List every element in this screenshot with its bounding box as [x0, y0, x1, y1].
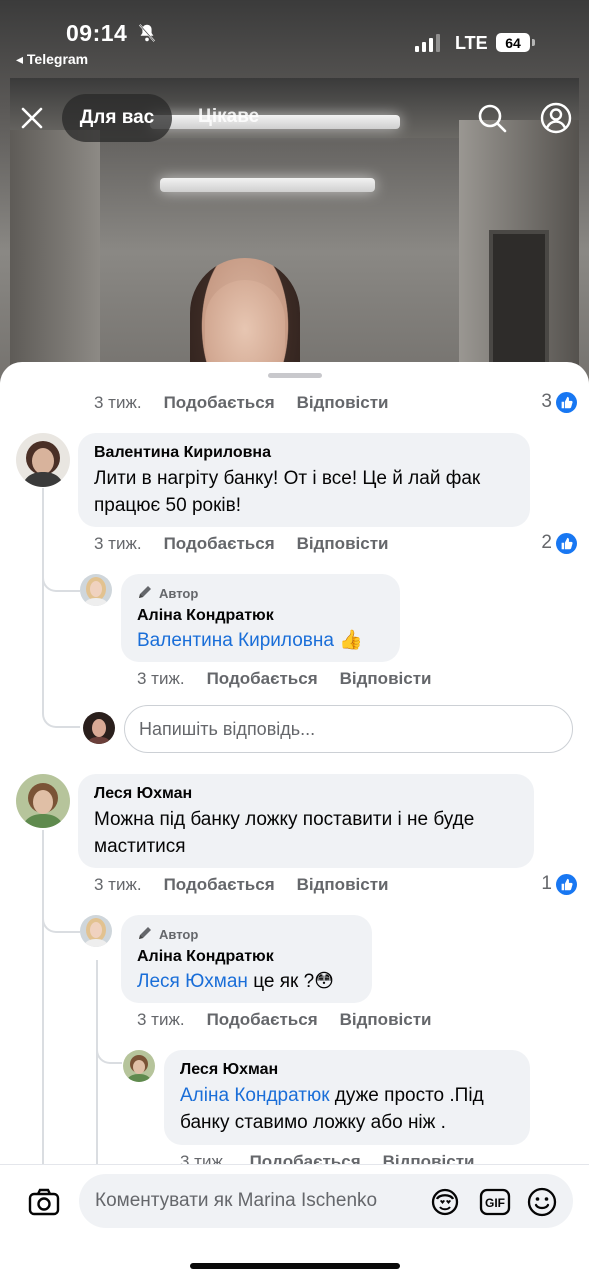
author-badge-label: Автор — [159, 586, 199, 601]
emoji-icon[interactable] — [526, 1186, 558, 1218]
current-user-avatar — [83, 712, 115, 744]
comment-age: 3 тиж. — [94, 393, 142, 412]
gif-icon[interactable]: GIF — [479, 1186, 511, 1218]
reply-button[interactable]: Відповісти — [297, 875, 389, 895]
avatar[interactable] — [123, 1050, 155, 1082]
comment-author[interactable]: Леся Юхман — [94, 785, 518, 803]
status-bar: 09:14 ◂ Telegram LTE 64 — [0, 0, 589, 70]
muted-bell-icon — [136, 22, 158, 50]
like-button[interactable]: Подобається — [164, 534, 275, 554]
tab-interesting[interactable]: Цікаве — [198, 106, 259, 128]
comment-author[interactable]: Аліна Кондратюк — [137, 948, 356, 966]
pen-icon — [137, 925, 153, 944]
comment-age: 3 тиж. — [137, 1010, 185, 1029]
mention-link[interactable]: Леся Юхман — [137, 971, 248, 992]
reply-input[interactable]: Напишіть відповідь... — [124, 705, 573, 753]
battery-icon: 64 — [496, 33, 530, 52]
reply-bubble: Автор Аліна Кондратюк Леся Юхман це як ?… — [121, 915, 372, 1003]
comment-bubble: Валентина Кириловна Лити в нагріту банку… — [78, 433, 530, 527]
comments-sheet: 3 тиж. Подобається Відповісти 3 Валентин… — [0, 362, 589, 1280]
avatar[interactable] — [16, 433, 70, 487]
home-indicator — [190, 1263, 400, 1269]
battery-cap — [532, 39, 535, 46]
comment-actions: 3 тиж. Подобається Відповісти — [137, 669, 431, 689]
thread-connector — [42, 562, 80, 592]
pen-icon — [137, 584, 153, 603]
comment-text: Лити в нагріту банку! От і все! Це й лай… — [94, 468, 481, 516]
thread-connector — [96, 1032, 122, 1064]
camera-icon[interactable] — [27, 1185, 61, 1219]
sheet-grabber[interactable] — [268, 373, 322, 378]
search-icon[interactable] — [476, 102, 508, 134]
profile-icon[interactable] — [540, 102, 572, 134]
reaction-count[interactable]: 2 — [541, 532, 577, 554]
reply-button[interactable]: Відповісти — [340, 1010, 432, 1030]
ceiling-lamp — [160, 178, 375, 192]
thread-connector — [42, 682, 80, 728]
clock: 09:14 — [66, 20, 128, 46]
author-badge-label: Автор — [159, 927, 199, 942]
tab-for-you[interactable]: Для вас — [62, 94, 172, 142]
comment-actions: 3 тиж. Подобається Відповісти — [94, 393, 388, 413]
like-button[interactable]: Подобається — [164, 393, 275, 413]
comment-author[interactable]: Леся Юхман — [180, 1061, 514, 1079]
comment-actions: 3 тиж. Подобається Відповісти — [94, 875, 388, 895]
thread-line — [96, 960, 98, 1170]
comment-age: 3 тиж. — [94, 875, 142, 894]
comment-text: Можна під банку ложку поставити і не буд… — [94, 809, 475, 857]
comment-author[interactable]: Валентина Кириловна — [94, 444, 514, 462]
mention-link[interactable]: Аліна Кондратюк — [180, 1085, 330, 1106]
avatar[interactable] — [80, 574, 112, 606]
like-reaction-icon — [556, 532, 577, 554]
thread-line — [42, 830, 44, 1170]
gif-icon-label: GIF — [485, 1196, 505, 1210]
reaction-number: 1 — [541, 873, 552, 894]
close-icon[interactable] — [18, 104, 46, 132]
signal-icon — [415, 34, 440, 52]
author-badge: Автор — [137, 925, 356, 944]
comment-text: це як ?😳 — [247, 971, 334, 992]
comment-actions: 3 тиж. Подобається Відповісти — [94, 534, 388, 554]
reply-bubble: Леся Юхман Аліна Кондратюк дуже просто .… — [164, 1050, 530, 1145]
avatar[interactable] — [16, 774, 70, 828]
reaction-number: 2 — [541, 532, 552, 553]
comment-age: 3 тиж. — [137, 669, 185, 688]
like-button[interactable]: Подобається — [207, 669, 318, 689]
comment-bubble: Леся Юхман Можна під банку ложку постави… — [78, 774, 534, 868]
reply-button[interactable]: Відповісти — [297, 534, 389, 554]
reply-button[interactable]: Відповісти — [340, 669, 432, 689]
video-top-nav: Для вас Цікаве — [0, 94, 589, 142]
emoji: 👍 — [339, 630, 363, 651]
reaction-number: 3 — [541, 391, 552, 412]
reaction-count[interactable]: 1 — [541, 873, 577, 895]
comment-input-placeholder: Коментувати як Marina Ischenko — [95, 1190, 378, 1211]
like-reaction-icon — [556, 873, 577, 895]
like-button[interactable]: Подобається — [164, 875, 275, 895]
mention-link[interactable]: Валентина Кириловна — [137, 630, 334, 651]
comment-author[interactable]: Аліна Кондратюк — [137, 607, 384, 625]
like-button[interactable]: Подобається — [207, 1010, 318, 1030]
back-to-telegram-link[interactable]: ◂ Telegram — [16, 51, 88, 68]
reaction-count[interactable]: 3 — [541, 391, 577, 413]
comment-input[interactable]: Коментувати як Marina Ischenko GIF — [79, 1174, 573, 1228]
comment-actions: 3 тиж. Подобається Відповісти — [137, 1010, 431, 1030]
avatar[interactable] — [80, 915, 112, 947]
avatar-sticker-icon[interactable] — [429, 1186, 461, 1218]
reply-button[interactable]: Відповісти — [297, 393, 389, 413]
thread-connector — [42, 903, 80, 933]
author-badge: Автор — [137, 584, 384, 603]
network-type: LTE — [455, 33, 488, 53]
reply-bubble: Автор Аліна Кондратюк Валентина Кириловн… — [121, 574, 400, 662]
like-reaction-icon — [556, 391, 577, 413]
comment-age: 3 тиж. — [94, 534, 142, 553]
